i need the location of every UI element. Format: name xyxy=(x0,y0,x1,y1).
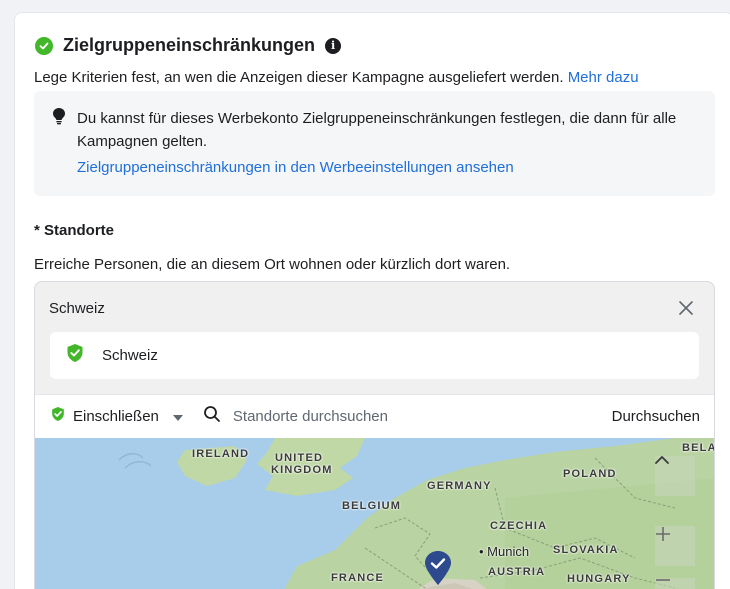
location-map[interactable]: IRELAND UNITED KINGDOM BELA GERMANY POLA… xyxy=(35,438,715,589)
search-icon xyxy=(203,405,221,428)
section-description: Lege Kriterien fest, an wen die Anzeigen… xyxy=(34,69,639,86)
locations-description: Erreiche Personen, die an diesem Ort woh… xyxy=(34,256,511,273)
tip-text: Du kannst für dieses Werbekonto Zielgrup… xyxy=(77,110,677,150)
lightbulb-icon xyxy=(52,107,66,130)
location-search-bar: Einschließen Durchsuchen xyxy=(35,394,714,438)
caret-down-icon xyxy=(172,408,183,426)
include-mode-dropdown[interactable]: Einschließen xyxy=(51,406,183,427)
map-label-uk-2: KINGDOM xyxy=(271,464,333,476)
location-picker: Schweiz Schweiz Einschließen Standorte d… xyxy=(34,281,715,589)
map-land-shapes xyxy=(118,438,714,589)
selected-location-label: Schweiz xyxy=(102,347,158,364)
map-label-belarus: BELA xyxy=(682,442,715,454)
section-header: Zielgruppeneinschränkungen i xyxy=(35,35,342,56)
map-label-belgium: BELGIUM xyxy=(342,500,402,512)
shield-check-icon xyxy=(66,343,84,368)
check-circle-icon xyxy=(35,36,53,55)
section-title: Zielgruppeneinschränkungen xyxy=(63,35,316,55)
search-button[interactable]: Durchsuchen xyxy=(612,408,700,425)
plus-icon xyxy=(656,527,670,541)
map-label-austria: AUSTRIA xyxy=(488,566,546,578)
selected-location-chip[interactable]: Schweiz xyxy=(50,332,699,379)
map-label-ireland: IRELAND xyxy=(192,448,250,460)
include-mode-label: Einschließen xyxy=(73,408,159,425)
map-label-germany: GERMANY xyxy=(427,480,492,492)
map-label-uk-1: UNITED xyxy=(275,452,324,464)
tip-box: Du kannst für dieses Werbekonto Zielgrup… xyxy=(34,91,715,196)
munich-label-text: Munich xyxy=(487,544,530,559)
chevron-up-icon xyxy=(655,456,669,464)
map-label-slovakia: SLOVAKIA xyxy=(553,544,619,556)
close-icon[interactable] xyxy=(676,298,696,318)
map-label-czechia: CZECHIA xyxy=(490,520,548,532)
map-label-france: FRANCE xyxy=(331,572,385,584)
description-text: Lege Kriterien fest, an wen die Anzeigen… xyxy=(34,69,564,86)
shield-check-icon xyxy=(51,406,65,427)
map-label-hungary: HUNGARY xyxy=(567,573,631,585)
map-label-munich: • Munich xyxy=(479,544,530,559)
ad-settings-link[interactable]: Zielgruppeneinschränkungen in den Werbee… xyxy=(77,159,514,176)
location-search-input[interactable] xyxy=(232,408,563,425)
locations-label: * Standorte xyxy=(34,222,115,239)
more-info-link[interactable]: Mehr dazu xyxy=(568,69,639,86)
zoom-out-button[interactable] xyxy=(655,578,695,589)
map-collapse-button[interactable] xyxy=(655,456,695,496)
audience-restrictions-card: Zielgruppeneinschränkungen i Lege Kriter… xyxy=(14,12,730,589)
info-icon[interactable]: i xyxy=(325,37,342,54)
minus-icon xyxy=(656,579,670,581)
map-label-poland: POLAND xyxy=(563,468,617,480)
zoom-in-button[interactable] xyxy=(655,526,695,566)
location-group-title: Schweiz xyxy=(49,300,105,317)
